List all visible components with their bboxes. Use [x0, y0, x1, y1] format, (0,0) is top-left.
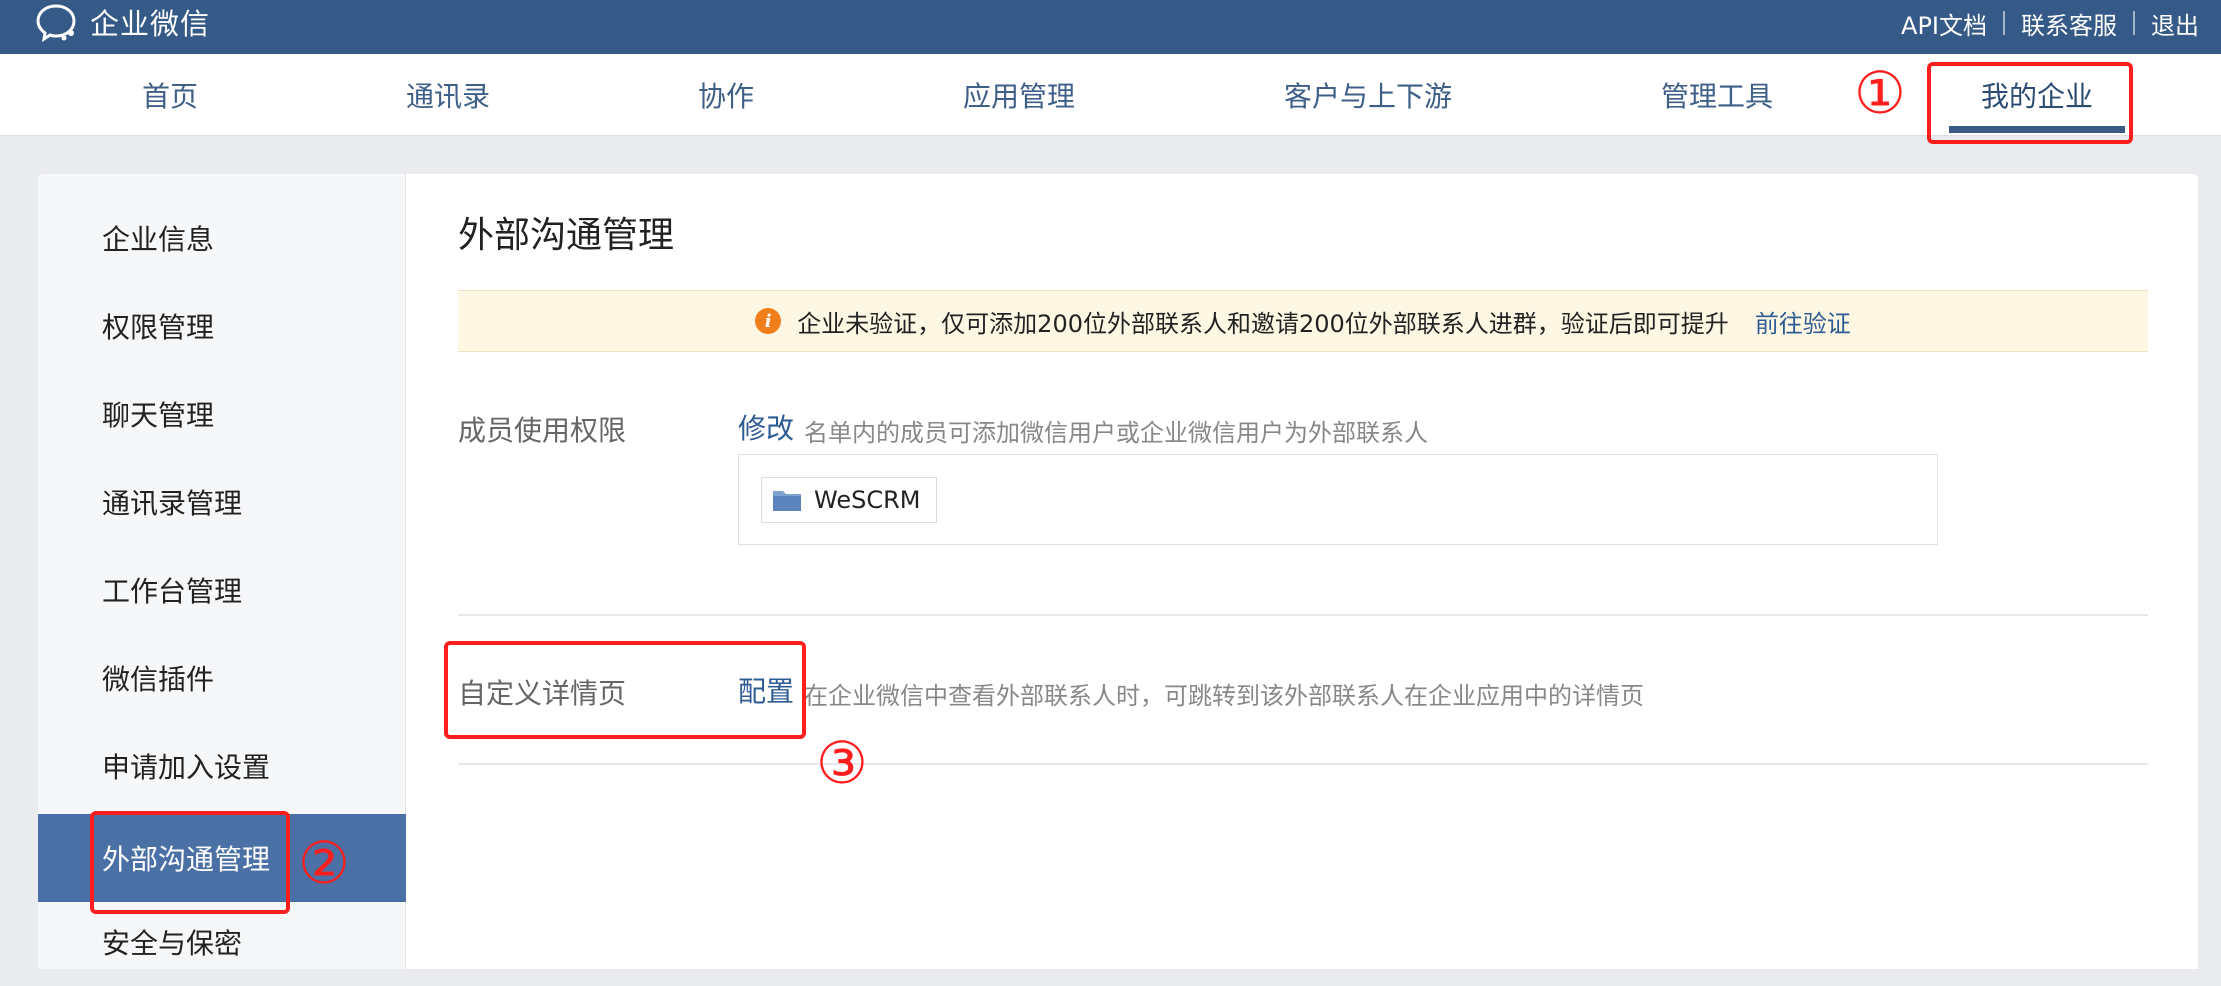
annotation-box-1 [1927, 62, 2133, 144]
verify-link[interactable]: 前往验证 [1755, 304, 1851, 339]
brand[interactable]: 企业微信 [36, 0, 210, 44]
annotation-box-2 [90, 811, 290, 914]
brand-name: 企业微信 [90, 7, 211, 41]
nav-contacts[interactable]: 通讯录 [406, 54, 490, 136]
nav-app-management[interactable]: 应用管理 [963, 54, 1075, 136]
top-links: API文档 联系客服 退出 [1901, 0, 2199, 46]
logout-link[interactable]: 退出 [2151, 6, 2199, 41]
info-icon: i [755, 308, 782, 334]
separator [2133, 11, 2135, 35]
sidebar-item-join-settings[interactable]: 申请加入设置 [38, 722, 406, 810]
sidebar-item-workbench-management[interactable]: 工作台管理 [38, 546, 406, 634]
annotation-number-1: ① [1854, 59, 1906, 127]
section-divider [458, 763, 2148, 765]
nav-admin-tools[interactable]: 管理工具 [1661, 54, 1773, 136]
sidebar-item-enterprise-info[interactable]: 企业信息 [38, 194, 406, 282]
custom-detail-description: 在企业微信中查看外部联系人时，可跳转到该外部联系人在企业应用中的详情页 [804, 682, 1644, 710]
annotation-box-3 [444, 641, 806, 739]
wecom-logo-icon [36, 4, 76, 42]
member-permission-label: 成员使用权限 [458, 414, 627, 447]
top-bar: 企业微信 API文档 联系客服 退出 [0, 0, 2221, 54]
contact-support-link[interactable]: 联系客服 [2021, 6, 2117, 41]
separator [2003, 11, 2005, 35]
sidebar-item-contacts-management[interactable]: 通讯录管理 [38, 458, 406, 546]
nav-customers[interactable]: 客户与上下游 [1284, 54, 1452, 136]
member-tag[interactable]: WeSCRM [761, 477, 938, 523]
api-docs-link[interactable]: API文档 [1901, 6, 1987, 41]
member-permission-description: 名单内的成员可添加微信用户或企业微信用户为外部联系人 [804, 419, 1428, 447]
modify-button[interactable]: 修改 [738, 407, 794, 447]
nav-collaboration[interactable]: 协作 [698, 54, 754, 136]
sidebar-item-chat-management[interactable]: 聊天管理 [38, 370, 406, 458]
page-title: 外部沟通管理 [458, 215, 675, 256]
notice-text: 企业未验证，仅可添加200位外部联系人和邀请200位外部联系人进群，验证后即可提… [797, 309, 1729, 338]
section-divider [458, 614, 2148, 616]
annotation-number-3: ③ [816, 729, 868, 797]
sidebar-item-wechat-plugin[interactable]: 微信插件 [38, 634, 406, 722]
member-tag-name: WeSCRM [814, 486, 921, 514]
member-list-box: WeSCRM [738, 454, 1938, 545]
annotation-number-2: ② [298, 829, 350, 897]
folder-icon [773, 491, 801, 511]
sidebar-item-permissions[interactable]: 权限管理 [38, 282, 406, 370]
verification-notice: i 企业未验证，仅可添加200位外部联系人和邀请200位外部联系人进群，验证后即… [458, 290, 2148, 352]
nav-home[interactable]: 首页 [142, 54, 198, 136]
